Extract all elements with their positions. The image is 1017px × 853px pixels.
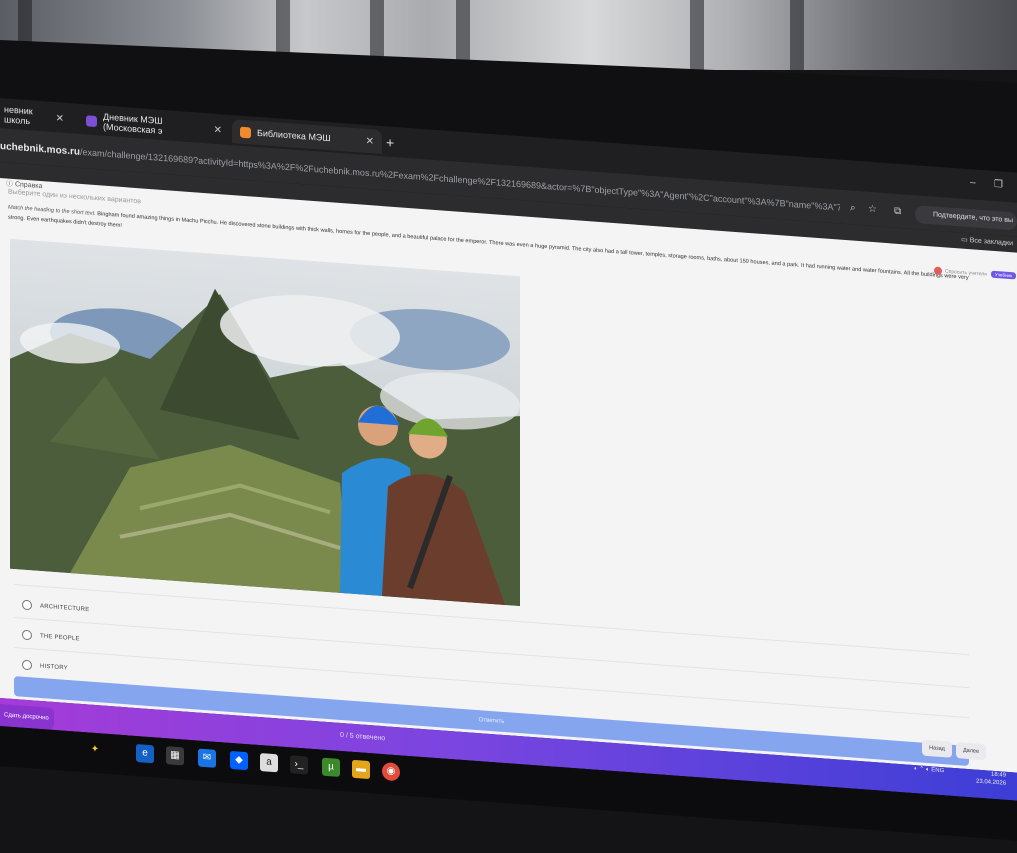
outlook-icon[interactable]: ✉ — [198, 748, 216, 768]
machu-picchu-photo — [10, 238, 520, 607]
progress-label: 0 / 5 отвечено — [340, 731, 386, 743]
instruction-text: Выберите один из нескольких вариантов — [8, 188, 142, 206]
url-host: uchebnik.mos.ru — [0, 141, 81, 158]
mesh-favicon-icon — [86, 114, 97, 127]
screen: невник школь ✕ Дневник МЭШ (Московская э… — [0, 98, 1017, 853]
option-architecture[interactable]: ARCHITECTURE — [22, 599, 90, 615]
back-button[interactable]: Назад — [922, 739, 952, 758]
tab-title: Дневник МЭШ (Московская э — [103, 111, 163, 136]
all-bookmarks-label: Все закладки — [969, 237, 1013, 248]
tab-title: невник школь — [4, 104, 33, 127]
divider — [14, 647, 969, 719]
option-label: HISTORY — [40, 663, 68, 672]
chevron-up-icon[interactable]: ⌃ — [919, 766, 924, 772]
curtain-fold — [790, 0, 804, 70]
widgets-icon[interactable]: ✦ — [86, 740, 104, 759]
radio-icon[interactable] — [22, 629, 32, 641]
option-label: ARCHITECTURE — [40, 603, 90, 614]
tab-diary-school[interactable]: невник школь ✕ — [0, 102, 72, 132]
extensions-icon[interactable]: ⧉ — [894, 206, 901, 218]
clock-date: 23.04.2026 — [976, 778, 1007, 787]
option-the-people[interactable]: THE PEOPLE — [22, 629, 80, 644]
edge-icon[interactable]: e — [136, 743, 154, 764]
ask-teacher-icon — [934, 266, 942, 276]
weather-icon[interactable]: ◐ — [914, 766, 918, 772]
zoom-icon[interactable]: ⌕ — [850, 202, 856, 213]
close-icon[interactable]: ✕ — [56, 113, 64, 125]
clock-time: 18:49 — [991, 771, 1007, 779]
option-history[interactable]: HISTORY — [22, 659, 68, 673]
new-tab-icon[interactable]: + — [386, 134, 394, 151]
confirm-label: Подтвердите, что это вы — [933, 211, 1013, 225]
monitor-bezel: невник школь ✕ Дневник МЭШ (Московская э… — [0, 40, 1017, 841]
chrome-icon[interactable]: ◉ — [382, 762, 400, 782]
profile-confirm-button[interactable]: Подтвердите, что это вы — [915, 205, 1017, 231]
ask-badge: Учебник — [990, 270, 1017, 280]
dropbox-icon[interactable]: ◆ — [230, 750, 248, 771]
divider — [14, 617, 969, 689]
all-bookmarks-button[interactable]: ▭ Все закладки — [961, 235, 1013, 247]
radio-icon[interactable] — [22, 659, 32, 671]
language-indicator[interactable]: ENG — [931, 767, 944, 774]
close-icon[interactable]: ✕ — [214, 124, 222, 136]
radio-icon[interactable] — [22, 599, 32, 611]
curtain-fold — [690, 0, 704, 70]
close-icon[interactable]: ✕ — [366, 135, 374, 147]
utorrent-icon[interactable]: µ — [322, 757, 340, 777]
exam-page: ⓘ Справка Выберите один из нескольких ва… — [0, 178, 1017, 773]
clock[interactable]: 18:49 23.04.2026 — [976, 770, 1006, 788]
tab-title: Библиотека МЭШ — [257, 127, 331, 144]
star-icon[interactable]: ☆ — [868, 204, 877, 216]
option-label: THE PEOPLE — [40, 633, 80, 643]
minimize-icon[interactable]: – — [970, 177, 976, 188]
restore-icon[interactable]: ❐ — [994, 179, 1003, 191]
volume-icon[interactable]: 🔈︎ — [926, 767, 930, 773]
library-favicon-icon — [240, 126, 251, 138]
terminal-icon[interactable]: ›_ — [290, 755, 308, 775]
next-button[interactable]: Далее — [956, 742, 986, 761]
